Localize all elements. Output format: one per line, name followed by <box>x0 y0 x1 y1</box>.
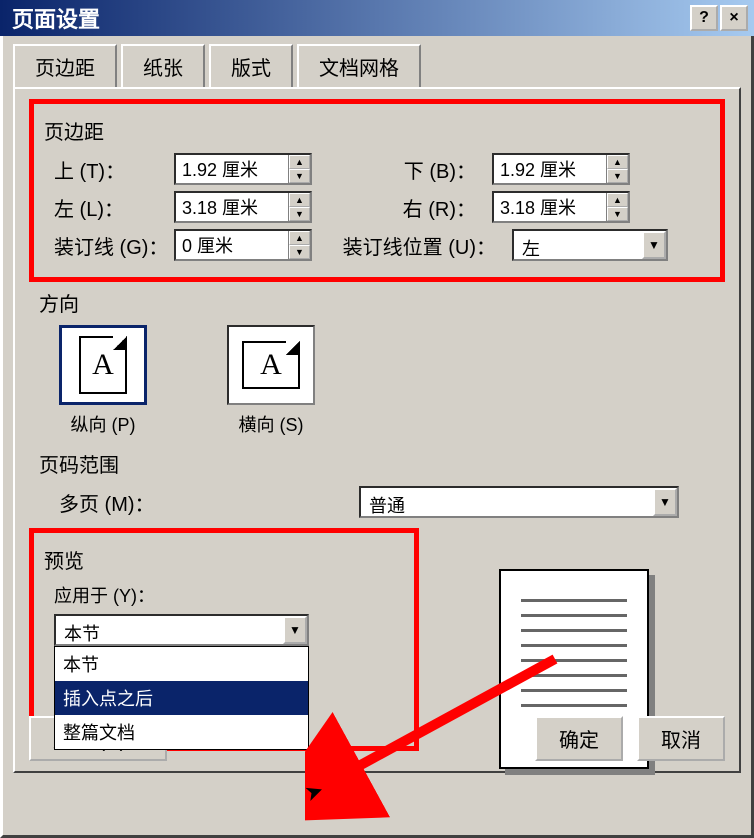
multipage-value: 普通 <box>361 488 653 516</box>
apply-option-this-section[interactable]: 本节 <box>55 647 308 681</box>
margins-group-label: 页边距 <box>44 116 710 145</box>
apply-option-whole-doc[interactable]: 整篇文档 <box>55 715 308 749</box>
titlebar: 页面设置 ? × <box>0 0 754 36</box>
gutter-pos-combo[interactable]: 左 ▼ <box>512 229 668 261</box>
tab-bar: 页边距 纸张 版式 文档网格 <box>13 44 741 87</box>
apply-to-dropdown-list: 本节 插入点之后 整篇文档 <box>54 646 309 750</box>
landscape-label: 横向 (S) <box>239 411 304 437</box>
margin-top-label: 上 (T)： <box>44 155 174 184</box>
tab-paper[interactable]: 纸张 <box>121 44 205 87</box>
window-title: 页面设置 <box>6 2 688 34</box>
margin-right-spinner[interactable]: ▲▼ <box>492 191 630 223</box>
multipage-label: 多页 (M)： <box>49 488 359 517</box>
dialog-body: 页边距 纸张 版式 文档网格 页边距 上 (T)： ▲▼ 下 (B)： ▲▼ <box>0 36 754 838</box>
spinner-buttons[interactable]: ▲▼ <box>288 155 310 183</box>
margin-left-label: 左 (L)： <box>44 193 174 222</box>
orientation-portrait[interactable]: A 纵向 (P) <box>59 325 147 437</box>
dropdown-icon[interactable]: ▼ <box>653 488 677 516</box>
portrait-page-icon: A <box>79 336 127 394</box>
preview-group-label: 预览 <box>44 545 404 574</box>
dropdown-icon[interactable]: ▼ <box>642 231 666 259</box>
margin-bottom-spinner[interactable]: ▲▼ <box>492 153 630 185</box>
apply-to-combo[interactable]: 本节 ▼ <box>54 614 309 646</box>
margin-left-input[interactable] <box>176 193 288 221</box>
portrait-icon-box: A <box>59 325 147 405</box>
pages-group-label: 页码范围 <box>29 449 725 478</box>
mouse-cursor-icon: ➤ <box>301 777 327 808</box>
dropdown-icon[interactable]: ▼ <box>283 616 307 644</box>
margin-bottom-input[interactable] <box>494 155 606 183</box>
tab-margins[interactable]: 页边距 <box>13 44 117 87</box>
apply-option-after-insertion[interactable]: 插入点之后 <box>55 681 308 715</box>
margin-right-label: 右 (R)： <box>312 193 492 222</box>
tab-panel-margins: 页边距 上 (T)： ▲▼ 下 (B)： ▲▼ 左 (L)： ▲▼ <box>13 87 741 773</box>
margins-highlight-box: 页边距 上 (T)： ▲▼ 下 (B)： ▲▼ 左 (L)： ▲▼ <box>29 99 725 282</box>
spinner-buttons[interactable]: ▲▼ <box>606 193 628 221</box>
apply-to-label: 应用于 (Y)： <box>44 582 404 608</box>
tab-grid[interactable]: 文档网格 <box>297 44 421 87</box>
portrait-label: 纵向 (P) <box>71 411 136 437</box>
apply-to-value: 本节 <box>56 616 283 644</box>
help-button[interactable]: ? <box>690 5 718 31</box>
close-button[interactable]: × <box>720 5 748 31</box>
multipage-combo[interactable]: 普通 ▼ <box>359 486 679 518</box>
orientation-landscape[interactable]: A 横向 (S) <box>227 325 315 437</box>
spinner-buttons[interactable]: ▲▼ <box>606 155 628 183</box>
ok-button[interactable]: 确定 <box>535 716 623 761</box>
margin-top-spinner[interactable]: ▲▼ <box>174 153 312 185</box>
margin-right-input[interactable] <box>494 193 606 221</box>
margin-top-input[interactable] <box>176 155 288 183</box>
landscape-page-icon: A <box>242 341 300 389</box>
tab-layout[interactable]: 版式 <box>209 44 293 87</box>
margin-left-spinner[interactable]: ▲▼ <box>174 191 312 223</box>
spinner-buttons[interactable]: ▲▼ <box>288 193 310 221</box>
gutter-spinner[interactable]: ▲▼ <box>174 229 312 261</box>
margin-bottom-label: 下 (B)： <box>312 155 492 184</box>
gutter-pos-label: 装订线位置 (U)： <box>312 231 512 260</box>
landscape-icon-box: A <box>227 325 315 405</box>
gutter-pos-value: 左 <box>514 231 642 259</box>
orientation-group-label: 方向 <box>29 288 725 317</box>
gutter-input[interactable] <box>176 231 288 259</box>
spinner-buttons[interactable]: ▲▼ <box>288 231 310 259</box>
cancel-button[interactable]: 取消 <box>637 716 725 761</box>
gutter-label: 装订线 (G)： <box>44 231 174 260</box>
